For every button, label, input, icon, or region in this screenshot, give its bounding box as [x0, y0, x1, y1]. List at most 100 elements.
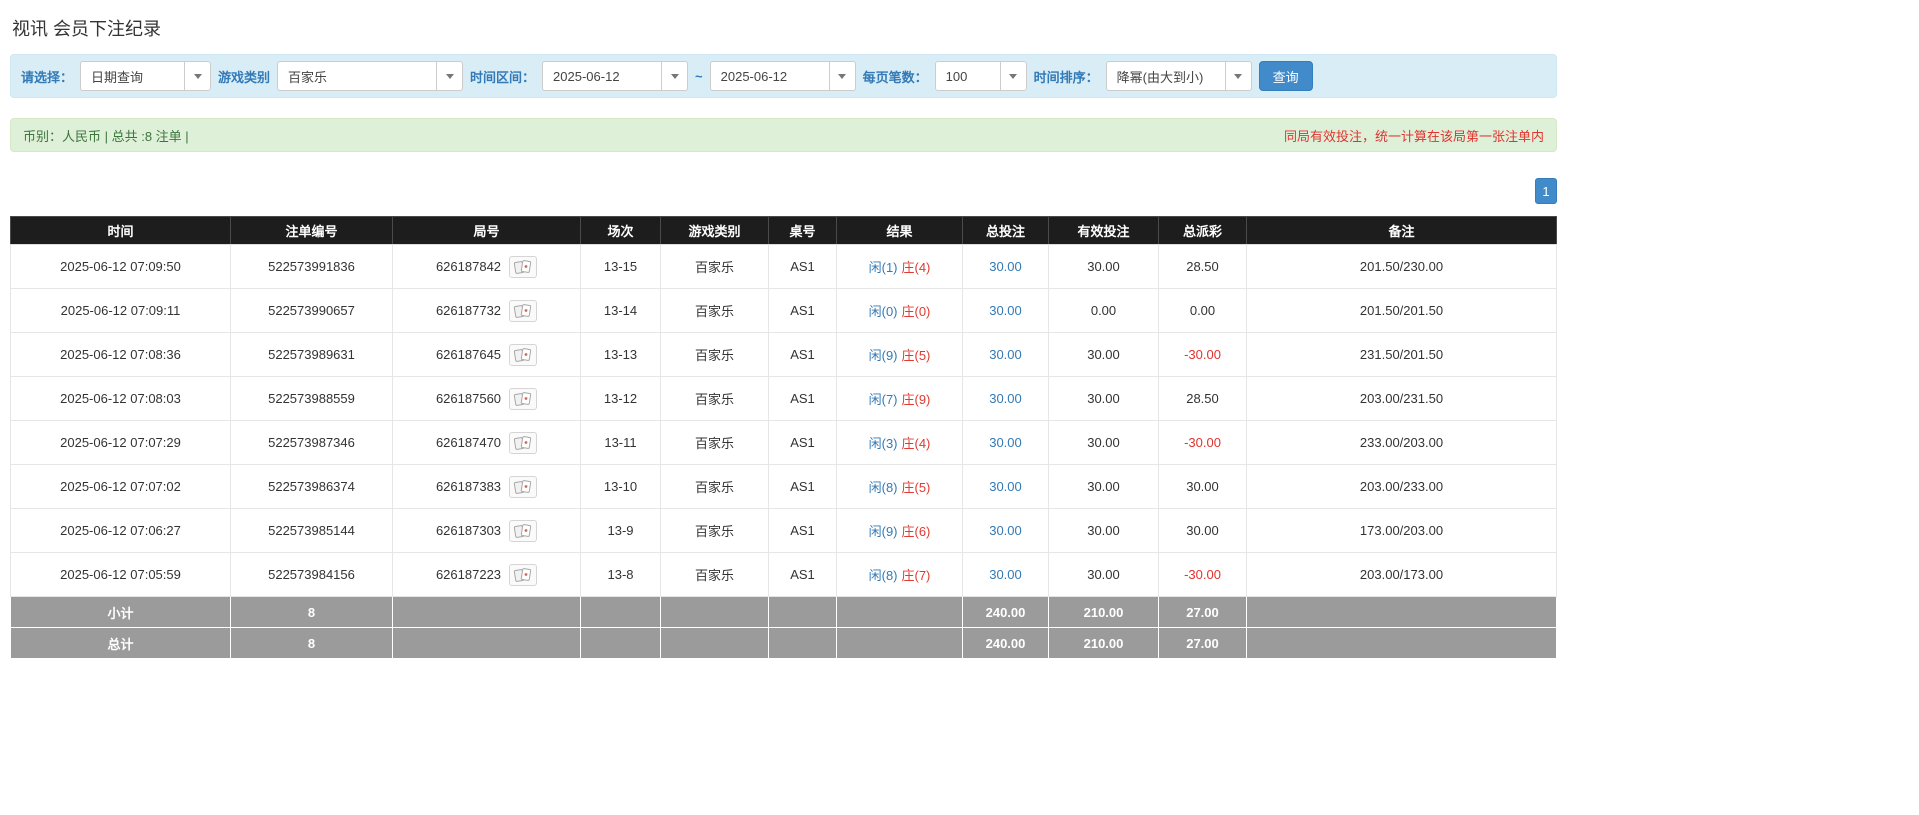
- game-type-cell: 百家乐: [661, 553, 769, 597]
- mode-label: 请选择：: [21, 67, 73, 86]
- view-cards-icon[interactable]: [509, 476, 537, 498]
- round-cell: 626187645: [393, 333, 581, 377]
- grand-total-row: 总计 8 240.00 210.00 27.00: [11, 628, 1557, 659]
- bet-id-cell: 522573984156: [231, 553, 393, 597]
- header-session: 场次: [581, 217, 661, 245]
- banker-result: 庄(4): [902, 260, 931, 275]
- total-bet-link[interactable]: 30.00: [989, 435, 1022, 450]
- bet-id-cell: 522573990657: [231, 289, 393, 333]
- player-result: 闲(9): [869, 524, 898, 539]
- game-type-cell: 百家乐: [661, 509, 769, 553]
- total-bet-cell: 30.00: [963, 509, 1049, 553]
- valid-bet-cell: 30.00: [1049, 333, 1159, 377]
- valid-bet-cell: 30.00: [1049, 553, 1159, 597]
- total-bet-cell: 30.00: [963, 289, 1049, 333]
- chevron-down-icon[interactable]: [184, 61, 211, 91]
- game-type-cell: 百家乐: [661, 377, 769, 421]
- rule-notice-text: 同局有效投注，统一计算在该局第一张注单内: [1284, 126, 1544, 145]
- chevron-down-icon[interactable]: [661, 61, 688, 91]
- player-result: 闲(1): [869, 260, 898, 275]
- payout-cell: 28.50: [1159, 245, 1247, 289]
- game-type-cell: 百家乐: [661, 333, 769, 377]
- mode-select[interactable]: 日期查询: [80, 61, 211, 91]
- view-cards-icon[interactable]: [509, 432, 537, 454]
- total-bet-link[interactable]: 30.00: [989, 479, 1022, 494]
- total-bet-link[interactable]: 30.00: [989, 391, 1022, 406]
- footer-empty-cell: [393, 597, 581, 628]
- header-total-bet: 总投注: [963, 217, 1049, 245]
- per-page-select[interactable]: 100: [935, 61, 1027, 91]
- total-valid-bet: 210.00: [1049, 628, 1159, 659]
- payout-cell: 28.50: [1159, 377, 1247, 421]
- round-id-text: 626187645: [436, 347, 501, 362]
- chevron-down-icon[interactable]: [1000, 61, 1027, 91]
- bet-id-cell: 522573991836: [231, 245, 393, 289]
- valid-bet-cell: 30.00: [1049, 377, 1159, 421]
- payout-cell: -30.00: [1159, 553, 1247, 597]
- game-type-select[interactable]: 百家乐: [277, 61, 463, 91]
- player-result: 闲(8): [869, 568, 898, 583]
- currency-summary-text: 币别：人民币 | 总共 :8 注单 |: [23, 126, 189, 145]
- result-cell: 闲(8)庄(5): [837, 465, 963, 509]
- header-result: 结果: [837, 217, 963, 245]
- total-bet-link[interactable]: 30.00: [989, 347, 1022, 362]
- valid-bet-cell: 30.00: [1049, 509, 1159, 553]
- chevron-down-icon[interactable]: [829, 61, 856, 91]
- total-bet-link[interactable]: 30.00: [989, 303, 1022, 318]
- page-1-button[interactable]: 1: [1535, 178, 1557, 204]
- subtotal-payout: 27.00: [1159, 597, 1247, 628]
- table-no-cell: AS1: [769, 553, 837, 597]
- round-id-text: 626187470: [436, 435, 501, 450]
- chevron-down-icon[interactable]: [436, 61, 463, 91]
- time-cell: 2025-06-12 07:07:02: [11, 465, 231, 509]
- footer-empty-cell: [769, 597, 837, 628]
- payout-cell: 30.00: [1159, 509, 1247, 553]
- header-game-type: 游戏类别: [661, 217, 769, 245]
- header-note: 备注: [1247, 217, 1557, 245]
- date-from-select[interactable]: 2025-06-12: [542, 61, 688, 91]
- date-to-value: 2025-06-12: [710, 61, 829, 91]
- player-result: 闲(3): [869, 436, 898, 451]
- game-type-cell: 百家乐: [661, 289, 769, 333]
- chevron-down-icon[interactable]: [1225, 61, 1252, 91]
- round-id-text: 626187560: [436, 391, 501, 406]
- round-cell: 626187842: [393, 245, 581, 289]
- view-cards-icon[interactable]: [509, 300, 537, 322]
- date-to-select[interactable]: 2025-06-12: [710, 61, 856, 91]
- session-cell: 13-11: [581, 421, 661, 465]
- table-no-cell: AS1: [769, 421, 837, 465]
- total-bet-cell: 30.00: [963, 245, 1049, 289]
- header-table-no: 桌号: [769, 217, 837, 245]
- footer-empty-cell: [581, 597, 661, 628]
- header-valid-bet: 有效投注: [1049, 217, 1159, 245]
- banker-result: 庄(5): [902, 348, 931, 363]
- note-cell: 233.00/203.00: [1247, 421, 1557, 465]
- footer-empty-cell: [1247, 628, 1557, 659]
- bet-records-table: 时间 注单编号 局号 场次 游戏类别 桌号 结果 总投注 有效投注 总派彩 备注…: [10, 216, 1557, 659]
- valid-bet-cell: 30.00: [1049, 465, 1159, 509]
- total-bet-link[interactable]: 30.00: [989, 523, 1022, 538]
- round-cell: 626187303: [393, 509, 581, 553]
- search-button[interactable]: 查询: [1259, 61, 1313, 91]
- sort-order-select[interactable]: 降幂(由大到小): [1106, 61, 1252, 91]
- result-cell: 闲(9)庄(6): [837, 509, 963, 553]
- view-cards-icon[interactable]: [509, 344, 537, 366]
- table-row: 2025-06-12 07:07:02 522573986374 6261873…: [11, 465, 1557, 509]
- view-cards-icon[interactable]: [509, 520, 537, 542]
- view-cards-icon[interactable]: [509, 564, 537, 586]
- total-bet-cell: 30.00: [963, 421, 1049, 465]
- table-row: 2025-06-12 07:06:27 522573985144 6261873…: [11, 509, 1557, 553]
- total-bet-link[interactable]: 30.00: [989, 259, 1022, 274]
- total-bet-link[interactable]: 30.00: [989, 567, 1022, 582]
- time-cell: 2025-06-12 07:08:03: [11, 377, 231, 421]
- table-no-cell: AS1: [769, 245, 837, 289]
- result-cell: 闲(9)庄(5): [837, 333, 963, 377]
- table-no-cell: AS1: [769, 289, 837, 333]
- banker-result: 庄(4): [902, 436, 931, 451]
- round-cell: 626187223: [393, 553, 581, 597]
- view-cards-icon[interactable]: [509, 256, 537, 278]
- time-cell: 2025-06-12 07:07:29: [11, 421, 231, 465]
- player-result: 闲(0): [869, 304, 898, 319]
- view-cards-icon[interactable]: [509, 388, 537, 410]
- mode-select-value: 日期查询: [80, 61, 184, 91]
